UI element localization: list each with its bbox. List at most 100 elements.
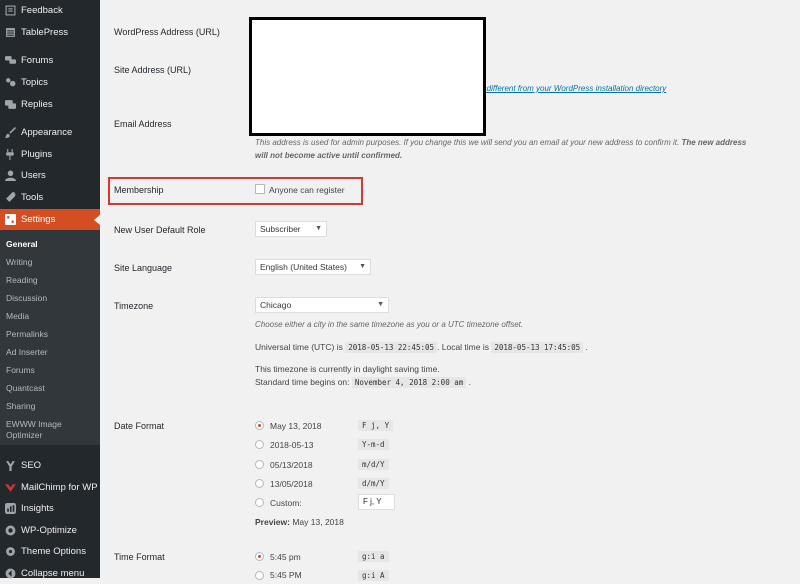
forums-icon — [4, 55, 16, 67]
submenu-discussion[interactable]: Discussion — [6, 293, 98, 304]
sidebar-item-label: Collapse menu — [21, 568, 85, 579]
mailchimp-icon — [4, 482, 16, 494]
site-address-label: Site Address (URL) — [114, 65, 192, 75]
date-format-code: F j, Y — [358, 420, 394, 431]
time-format-option-label[interactable]: 5:45 pm — [270, 552, 301, 562]
date-format-option-label[interactable]: Custom: — [270, 498, 302, 508]
submenu-general[interactable]: General — [6, 239, 98, 250]
date-format-option-label[interactable]: 2018-05-13 — [270, 440, 313, 450]
sidebar-item-mailchimp[interactable]: MailChimp for WP — [0, 477, 100, 498]
submenu-forums[interactable]: Forums — [6, 365, 98, 376]
sidebar-item-label: Settings — [21, 214, 56, 225]
timezone-label: Timezone — [114, 301, 154, 311]
membership-label: Membership — [114, 185, 164, 195]
date-format-code: m/d/Y — [358, 459, 389, 470]
membership-checkbox[interactable] — [255, 184, 265, 194]
membership-checkbox-label[interactable]: Anyone can register — [269, 185, 345, 195]
dropdown-arrow-icon: ▼ — [315, 225, 322, 232]
submenu-writing[interactable]: Writing — [6, 257, 98, 268]
default-role-select[interactable]: Subscriber ▼ — [255, 221, 327, 237]
collapse-menu-button[interactable]: Collapse menu — [0, 563, 100, 584]
sidebar-item-topics[interactable]: Topics — [0, 72, 100, 93]
date-format-radio-2[interactable] — [255, 440, 264, 449]
sidebar-item-label: Appearance — [21, 127, 73, 138]
time-format-code: g:i a — [358, 551, 389, 562]
time-format-code: g:i A — [358, 570, 389, 581]
sidebar-item-label: Replies — [21, 99, 53, 110]
topics-icon — [4, 77, 16, 89]
site-language-label: Site Language — [114, 263, 173, 273]
sidebar-item-label: Plugins — [21, 149, 53, 160]
date-format-code: d/m/Y — [358, 478, 389, 489]
submenu-permalinks[interactable]: Permalinks — [6, 329, 98, 340]
sidebar-item-label: Tools — [21, 192, 44, 203]
sidebar-item-forums[interactable]: Forums — [0, 50, 100, 71]
custom-date-format-input[interactable]: F j, Y — [358, 494, 395, 510]
date-format-code: Y-m-d — [358, 439, 389, 450]
sidebar-item-insights[interactable]: Insights — [0, 498, 100, 519]
submenu-ad-inserter[interactable]: Ad Inserter — [6, 347, 98, 358]
time-format-option-label[interactable]: 5:45 PM — [270, 570, 302, 580]
standard-time-line: Standard time begins on: November 4, 201… — [255, 377, 472, 388]
date-format-radio-1[interactable] — [255, 421, 264, 430]
sidebar-item-label: Forums — [21, 55, 54, 66]
sidebar-item-wp-optimize[interactable]: WP-Optimize — [0, 520, 100, 541]
sidebar-item-feedback[interactable]: Feedback — [0, 0, 100, 21]
optimize-icon — [4, 525, 16, 537]
yoast-icon — [4, 460, 16, 472]
redaction-box — [249, 17, 486, 136]
default-role-label: New User Default Role — [114, 225, 206, 235]
email-description: This address is used for admin purposes.… — [255, 138, 747, 160]
dropdown-arrow-icon: ▼ — [377, 301, 384, 308]
brush-icon — [4, 127, 16, 139]
site-language-select[interactable]: English (United States) ▼ — [255, 259, 371, 275]
sidebar-item-label: Theme Options — [21, 546, 86, 557]
time-format-radio-2[interactable] — [255, 571, 264, 580]
sidebar-item-appearance[interactable]: Appearance — [0, 122, 100, 143]
replies-icon — [4, 99, 16, 111]
date-format-radio-4[interactable] — [255, 479, 264, 488]
time-format-radio-1[interactable] — [255, 552, 264, 561]
utc-time-line: Universal time (UTC) is 2018-05-13 22:45… — [255, 342, 588, 353]
feedback-icon — [4, 5, 16, 17]
date-format-label: Date Format — [114, 421, 165, 431]
settings-icon — [4, 214, 16, 226]
sidebar-item-label: TablePress — [21, 27, 68, 38]
sidebar-item-seo[interactable]: SEO — [0, 455, 100, 476]
sidebar-item-label: MailChimp for WP — [21, 482, 98, 493]
timezone-description: Choose either a city in the same timezon… — [255, 320, 524, 329]
sidebar-item-settings[interactable]: Settings — [0, 209, 100, 230]
wrench-icon — [4, 192, 16, 204]
date-format-option-label[interactable]: 13/05/2018 — [270, 479, 313, 489]
table-icon — [4, 27, 16, 39]
date-format-radio-3[interactable] — [255, 460, 264, 469]
sidebar-item-label: Topics — [21, 77, 48, 88]
admin-sidebar: Feedback TablePress Forums Topics Replie… — [0, 0, 100, 579]
submenu-reading[interactable]: Reading — [6, 275, 98, 286]
plugin-icon — [4, 149, 16, 161]
date-format-option-label[interactable]: May 13, 2018 — [270, 421, 322, 431]
sidebar-item-users[interactable]: Users — [0, 165, 100, 186]
date-preview: Preview: May 13, 2018 — [255, 517, 344, 527]
user-icon — [4, 170, 16, 182]
sidebar-item-label: SEO — [21, 460, 42, 471]
sidebar-item-theme-options[interactable]: Theme Options — [0, 541, 100, 562]
timezone-select[interactable]: Chicago ▼ — [255, 297, 389, 313]
time-format-label: Time Format — [114, 552, 165, 562]
sidebar-item-tools[interactable]: Tools — [0, 187, 100, 208]
wp-address-label: WordPress Address (URL) — [114, 27, 220, 37]
submenu-ewww-image-optimizer[interactable]: EWWW Image Optimizer — [6, 419, 66, 441]
sidebar-item-label: Users — [21, 170, 46, 181]
sidebar-item-label: Insights — [21, 503, 54, 514]
submenu-media[interactable]: Media — [6, 311, 98, 322]
sidebar-item-replies[interactable]: Replies — [0, 94, 100, 115]
sidebar-item-tablepress[interactable]: TablePress — [0, 22, 100, 43]
dropdown-arrow-icon: ▼ — [359, 263, 366, 270]
date-format-radio-custom[interactable] — [255, 498, 264, 507]
site-address-help-link[interactable]: e different from your WordPress installa… — [480, 84, 666, 93]
submenu-sharing[interactable]: Sharing — [6, 401, 98, 412]
sidebar-item-plugins[interactable]: Plugins — [0, 144, 100, 165]
submenu-quantcast[interactable]: Quantcast — [6, 383, 98, 394]
email-label: Email Address — [114, 119, 172, 129]
date-format-option-label[interactable]: 05/13/2018 — [270, 460, 313, 470]
